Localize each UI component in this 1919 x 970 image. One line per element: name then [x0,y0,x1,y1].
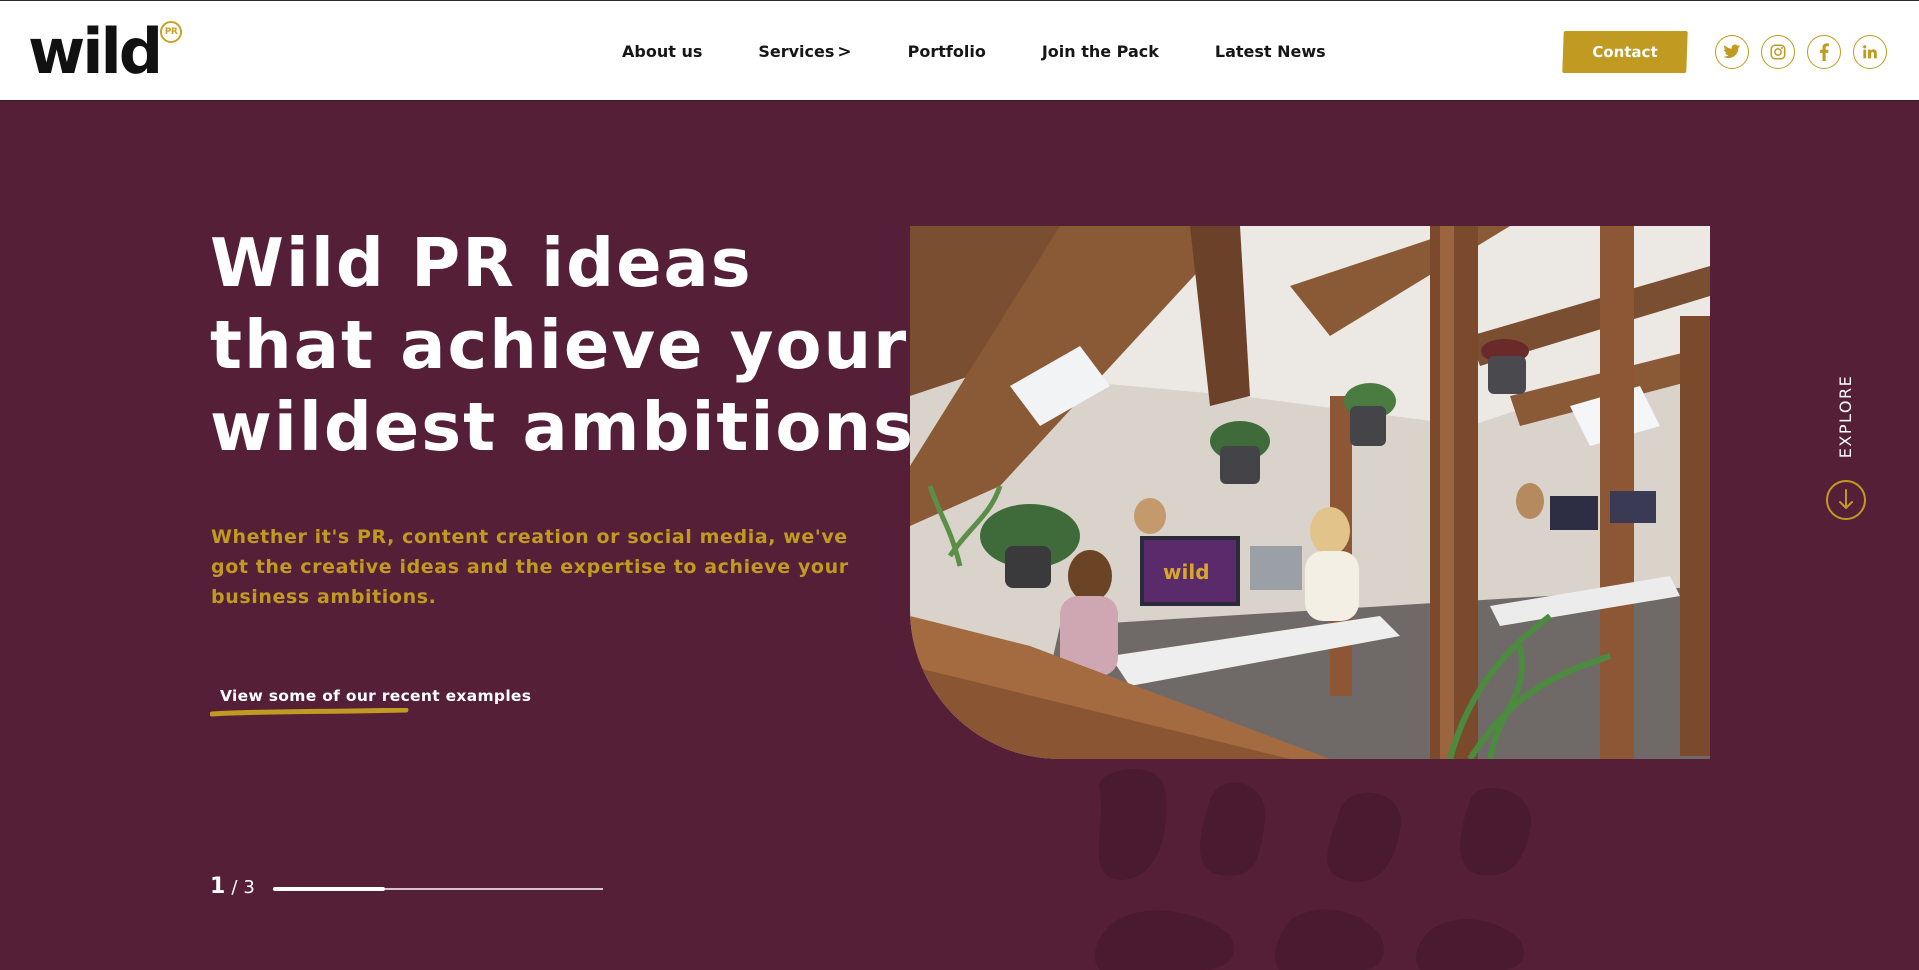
hero-title: Wild PR ideas that achieve your wildest … [210,222,948,468]
nav-portfolio-label: Portfolio [907,42,986,61]
linkedin-icon[interactable] [1853,35,1887,69]
nav-latest-news[interactable]: Latest News [1215,42,1326,61]
nav-about-us[interactable]: About us [622,42,702,61]
explore-link[interactable]: EXPLORE [1822,372,1870,460]
explore-label: EXPLORE [1836,374,1856,458]
nav-latest-news-label: Latest News [1214,42,1326,61]
slide-progress-fill [273,887,385,891]
facebook-icon[interactable] [1807,35,1841,69]
nav-portfolio[interactable]: Portfolio [908,42,986,61]
nav-join-the-pack-label: Join the Pack [1041,42,1159,61]
contact-button[interactable]: Contact [1562,31,1688,73]
pager-total: 3 [243,877,255,898]
nav-join-the-pack[interactable]: Join the Pack [1042,42,1159,61]
hero-office-photo: wild [910,226,1710,759]
logo-pr-badge: PR [160,21,182,43]
hero-title-line: wildest ambitions! [210,388,948,466]
pager-separator: / [231,877,238,898]
paw-print-watermark-icon [1094,769,1532,970]
nav-services[interactable]: Services > [758,42,851,62]
site-header: wild PR About us Services > Portfolio Joi… [0,0,1919,101]
twitter-icon[interactable] [1715,35,1749,69]
slide-pager: 1 / 3 [210,874,255,899]
photo-monitor-sign: wild [1163,560,1210,584]
chevron-right-icon: > [837,41,852,62]
brush-underline-icon [210,708,409,717]
nav-services-label: Services [758,41,835,61]
logo-wordmark: wild [28,15,163,88]
hero-title-line: that achieve your [210,306,909,384]
logo[interactable]: wild PR [28,19,188,85]
hero-subtitle: Whether it's PR, content creation or soc… [211,526,849,608]
instagram-icon[interactable] [1761,35,1795,69]
arrow-down-icon[interactable] [1826,480,1866,520]
nav-about-us-label: About us [622,42,703,61]
main-nav: About us Services > Portfolio Join the Pa… [622,1,1326,102]
pager-current: 1 [210,874,226,899]
recent-examples-link[interactable]: View some of our recent examples [210,686,532,717]
recent-examples-label: View some of our recent examples [220,687,532,705]
hero-title-line: Wild PR ideas [210,224,753,302]
